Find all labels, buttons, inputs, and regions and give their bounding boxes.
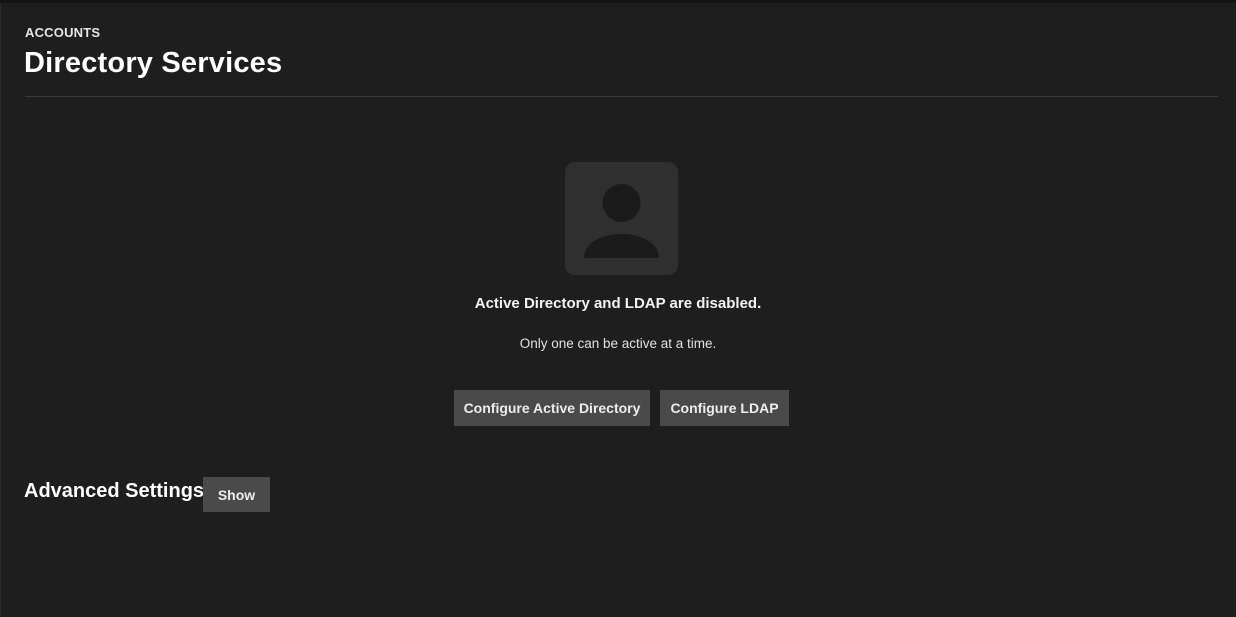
advanced-settings-heading: Advanced Settings xyxy=(24,480,205,502)
breadcrumb[interactable]: ACCOUNTS xyxy=(25,25,100,40)
configure-active-directory-button[interactable]: Configure Active Directory xyxy=(454,390,650,426)
configure-ldap-button[interactable]: Configure LDAP xyxy=(660,390,789,426)
empty-state-card xyxy=(565,162,678,275)
empty-state-subtitle: Only one can be active at a time. xyxy=(519,336,717,351)
header-divider xyxy=(25,96,1218,97)
page-title: Directory Services xyxy=(24,47,283,79)
user-placeholder-icon xyxy=(584,184,659,258)
empty-state-title: Active Directory and LDAP are disabled. xyxy=(474,295,762,312)
show-advanced-settings-button[interactable]: Show xyxy=(203,477,270,512)
